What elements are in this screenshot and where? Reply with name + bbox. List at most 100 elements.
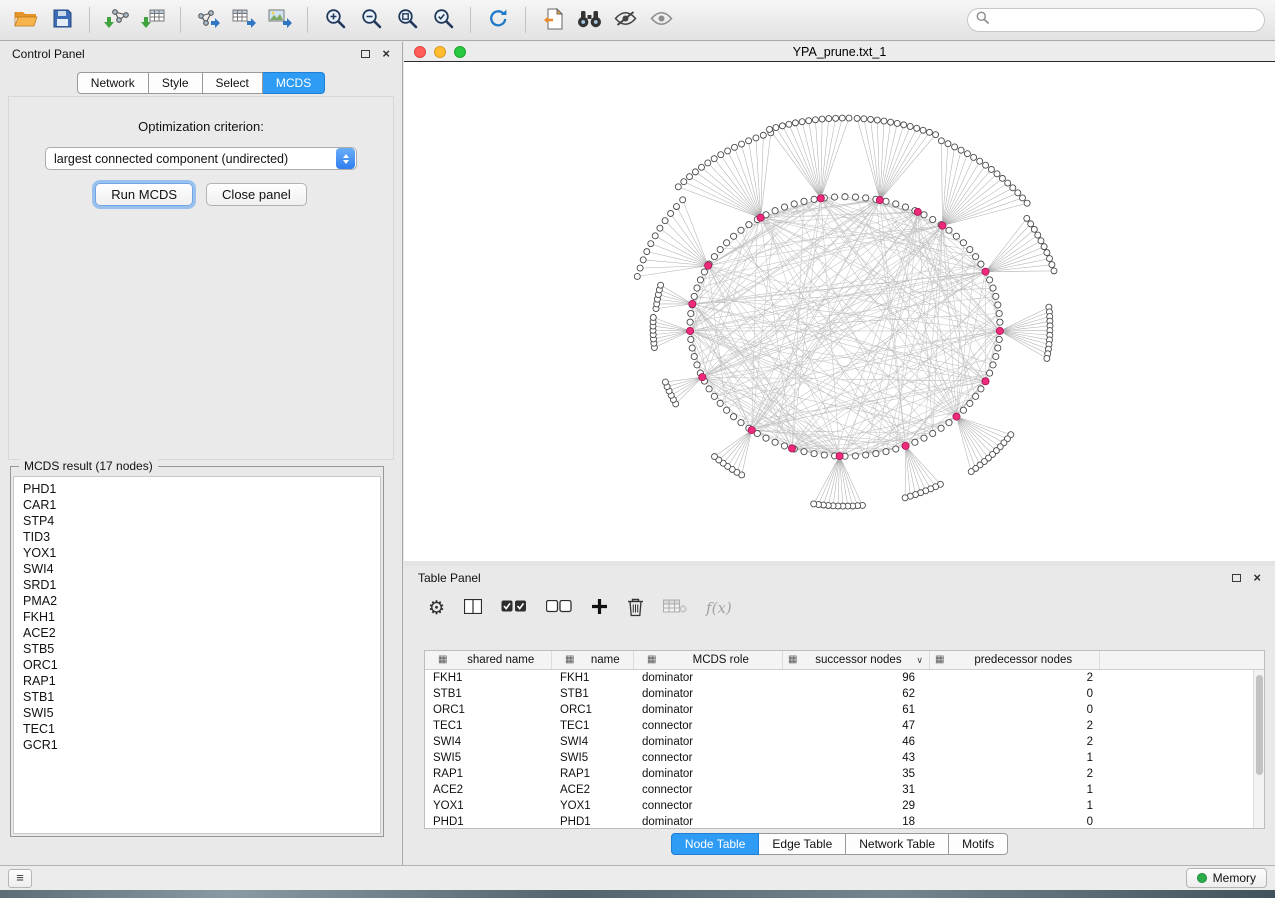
table-cell: 2 xyxy=(930,734,1100,750)
import-table-icon xyxy=(141,8,166,33)
delete-table-icon xyxy=(663,599,687,617)
export-table-button[interactable] xyxy=(226,5,262,36)
table-cell: connector xyxy=(634,750,783,766)
mcds-result-item[interactable]: ORC1 xyxy=(23,657,380,673)
import-network-button[interactable] xyxy=(99,5,135,36)
table-row[interactable]: SWI5SWI5connector431 xyxy=(425,750,1264,766)
table-row[interactable]: RAP1RAP1dominator352 xyxy=(425,766,1264,782)
tab-node-table[interactable]: Node Table xyxy=(671,833,760,855)
zoom-in-button[interactable] xyxy=(317,5,353,36)
close-panel-icon[interactable]: × xyxy=(382,49,390,59)
table-row[interactable]: PHD1PHD1dominator180 xyxy=(425,814,1264,830)
import-table-button[interactable] xyxy=(135,5,171,36)
mcds-result-item[interactable]: TID3 xyxy=(23,529,380,545)
control-panel-tabs: Network Style Select MCDS xyxy=(0,72,402,94)
task-history-button[interactable]: ≡ xyxy=(8,869,32,888)
table-cell: 0 xyxy=(930,814,1100,830)
run-mcds-button[interactable]: Run MCDS xyxy=(95,183,193,206)
table-row[interactable]: ACE2ACE2connector311 xyxy=(425,782,1264,798)
zoom-fit-button[interactable] xyxy=(389,5,425,36)
table-row[interactable]: STB1STB1dominator620 xyxy=(425,686,1264,702)
memory-button[interactable]: Memory xyxy=(1186,868,1267,888)
table-cell xyxy=(1100,814,1264,830)
tab-style[interactable]: Style xyxy=(149,72,203,94)
mcds-result-item[interactable]: GCR1 xyxy=(23,737,380,753)
column-header-successor-nodes[interactable]: ▦ successor nodes ∨ xyxy=(783,651,930,669)
table-cell: SWI4 xyxy=(425,734,552,750)
table-cell: ACE2 xyxy=(425,782,552,798)
criterion-dropdown[interactable]: largest connected component (undirected) xyxy=(45,147,357,170)
search-input[interactable] xyxy=(995,13,1256,27)
tab-motifs[interactable]: Motifs xyxy=(949,833,1008,855)
table-cell: connector xyxy=(634,782,783,798)
zoom-selected-button[interactable] xyxy=(425,5,461,36)
float-panel-icon[interactable] xyxy=(1232,574,1241,582)
mcds-result-item[interactable]: STP4 xyxy=(23,513,380,529)
mcds-result-item[interactable]: SWI5 xyxy=(23,705,380,721)
mcds-result-item[interactable]: FKH1 xyxy=(23,609,380,625)
table-settings-button[interactable]: ⚙ xyxy=(428,599,445,618)
table-cell: 47 xyxy=(783,718,930,734)
mcds-result-item[interactable]: PMA2 xyxy=(23,593,380,609)
control-panel-title: Control Panel xyxy=(12,47,85,61)
hide-details-button[interactable] xyxy=(607,5,643,36)
column-header-mcds-role[interactable]: ▦ MCDS role xyxy=(634,651,783,669)
tab-network[interactable]: Network xyxy=(77,72,149,94)
mcds-result-list[interactable]: PHD1CAR1STP4TID3YOX1SWI4SRD1PMA2FKH1ACE2… xyxy=(13,476,381,834)
table-cell: ORC1 xyxy=(425,702,552,718)
column-type-icon: ▦ xyxy=(647,652,656,668)
show-columns-button[interactable] xyxy=(464,599,482,617)
mcds-result-item[interactable]: SWI4 xyxy=(23,561,380,577)
duplicate-document-icon xyxy=(543,8,564,33)
mcds-result-item[interactable]: STB5 xyxy=(23,641,380,657)
tab-edge-table[interactable]: Edge Table xyxy=(759,833,846,855)
column-header-shared-name[interactable]: ▦ shared name xyxy=(425,651,552,669)
table-row[interactable]: FKH1FKH1dominator962 xyxy=(425,670,1264,686)
select-all-columns-button[interactable] xyxy=(501,600,527,616)
network-canvas[interactable] xyxy=(404,61,1275,561)
mcds-result-item[interactable]: PHD1 xyxy=(23,481,380,497)
show-details-button[interactable] xyxy=(643,5,679,36)
mcds-result-item[interactable]: STB1 xyxy=(23,689,380,705)
add-column-button[interactable] xyxy=(591,598,608,618)
open-file-button[interactable] xyxy=(8,5,44,36)
application-window: Control Panel × Network Style Select MCD… xyxy=(0,0,1275,898)
float-panel-icon[interactable] xyxy=(361,50,370,58)
mcds-result-item[interactable]: RAP1 xyxy=(23,673,380,689)
deselect-all-columns-button[interactable] xyxy=(546,600,572,616)
zoom-out-button[interactable] xyxy=(353,5,389,36)
mcds-result-item[interactable]: SRD1 xyxy=(23,577,380,593)
tab-network-table[interactable]: Network Table xyxy=(846,833,949,855)
table-row[interactable]: ORC1ORC1dominator610 xyxy=(425,702,1264,718)
table-row[interactable]: TEC1TEC1connector472 xyxy=(425,718,1264,734)
memory-label: Memory xyxy=(1213,871,1256,885)
export-network-button[interactable] xyxy=(190,5,226,36)
close-panel-button[interactable]: Close panel xyxy=(206,183,307,206)
table-cell: dominator xyxy=(634,702,783,718)
save-session-button[interactable] xyxy=(44,5,80,36)
search-box[interactable] xyxy=(967,8,1265,32)
scrollbar-thumb[interactable] xyxy=(1256,675,1263,775)
tab-select[interactable]: Select xyxy=(203,72,263,94)
mcds-result-item[interactable]: CAR1 xyxy=(23,497,380,513)
zoom-out-icon xyxy=(360,7,383,33)
network-graph[interactable] xyxy=(404,62,1275,561)
table-row[interactable]: YOX1YOX1connector291 xyxy=(425,798,1264,814)
function-builder-button[interactable]: f(x) xyxy=(706,599,732,617)
close-panel-icon[interactable]: × xyxy=(1253,573,1261,583)
mcds-result-item[interactable]: YOX1 xyxy=(23,545,380,561)
export-image-button[interactable] xyxy=(262,5,298,36)
duplicate-network-button[interactable] xyxy=(535,5,571,36)
table-cell xyxy=(1100,718,1264,734)
table-row[interactable]: SWI4SWI4dominator462 xyxy=(425,734,1264,750)
mcds-result-item[interactable]: TEC1 xyxy=(23,721,380,737)
column-header-predecessor-nodes[interactable]: ▦ predecessor nodes xyxy=(930,651,1100,669)
refresh-button[interactable] xyxy=(480,5,516,36)
delete-table-button[interactable] xyxy=(663,599,687,617)
find-neighbors-button[interactable] xyxy=(571,5,607,36)
delete-column-button[interactable] xyxy=(627,597,644,620)
mcds-result-item[interactable]: ACE2 xyxy=(23,625,380,641)
column-header-name[interactable]: ▦ name xyxy=(552,651,634,669)
table-scrollbar[interactable] xyxy=(1253,670,1264,828)
tab-mcds[interactable]: MCDS xyxy=(263,72,325,94)
